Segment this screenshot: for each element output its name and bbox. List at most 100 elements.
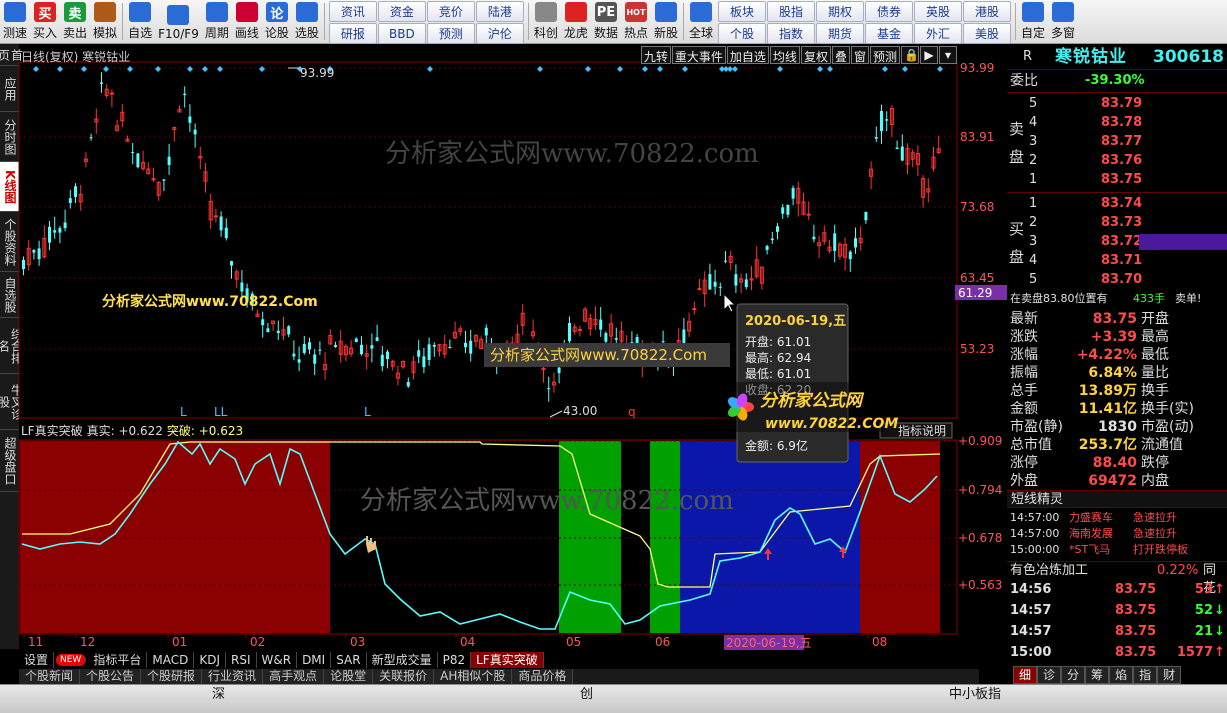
- right-bottom-tab[interactable]: 焰: [1109, 666, 1134, 684]
- grid-button[interactable]: 预测: [426, 23, 475, 44]
- grid-button[interactable]: 竞价: [426, 1, 475, 22]
- pencil-button[interactable]: 画线: [232, 0, 262, 43]
- news-tab[interactable]: 个股研报: [141, 669, 203, 684]
- cycle-button[interactable]: 周期: [202, 0, 232, 43]
- hammer-button[interactable]: 模拟: [90, 0, 120, 43]
- dragon-button[interactable]: 龙虎: [561, 0, 591, 43]
- jingling-item[interactable]: 14:57:00 海南发展 急速拉升: [1007, 526, 1227, 542]
- grid-button[interactable]: 个股: [718, 23, 766, 44]
- toolbar-grid-1: 资讯 研报 资金 BBD 竞价 预测 陆港 沪伦: [327, 0, 526, 44]
- grid-button[interactable]: 基金: [865, 23, 913, 44]
- chart-tab[interactable]: 窗: [850, 46, 869, 64]
- sell-level[interactable]: 5 83.79: [1007, 95, 1227, 113]
- kechuang-button[interactable]: 科创: [531, 0, 561, 43]
- quote-label: 外盘: [1010, 473, 1038, 489]
- chart-tab[interactable]: 均线: [769, 46, 800, 64]
- pe-button[interactable]: PE 数据: [591, 0, 621, 43]
- buy-level[interactable]: 5 83.70: [1007, 271, 1227, 289]
- buy-level[interactable]: 4 83.71: [1007, 252, 1227, 270]
- right-bottom-tab[interactable]: 指: [1133, 666, 1158, 684]
- grid-button[interactable]: 债券: [865, 1, 913, 22]
- stock-header: R 寒锐钴业 300618: [1007, 44, 1227, 70]
- grid-button[interactable]: 股指: [767, 1, 815, 22]
- kline-chart-area[interactable]: 93.99 83.91 73.68 63.45 53.23 61.29 93.99 43.00…: [0, 44, 1007, 650]
- chart-tab[interactable]: 预测: [869, 46, 900, 64]
- grid-button[interactable]: 沪伦: [475, 23, 524, 44]
- buy-level[interactable]: 3 83.72: [1007, 233, 1227, 251]
- right-bottom-tab[interactable]: 诊: [1037, 666, 1062, 684]
- jingling-item[interactable]: 14:57:00 力盛赛车 急速拉升: [1007, 510, 1227, 526]
- indicator-tab[interactable]: 新型成交量: [367, 652, 438, 668]
- buy-button[interactable]: 买买入: [30, 0, 60, 43]
- toolbar-label: 买入: [33, 26, 58, 40]
- grid-button[interactable]: 板块: [718, 1, 766, 22]
- grid-button[interactable]: 资金: [377, 1, 426, 22]
- indicator-tab[interactable]: SAR: [331, 652, 367, 668]
- grid-button[interactable]: 港股: [963, 1, 1011, 22]
- forum-button[interactable]: 论论股: [262, 0, 292, 43]
- jingling-action: 急速拉升: [1133, 511, 1177, 524]
- jingling-item[interactable]: 15:00:00 *ST飞马 打开跌停板: [1007, 542, 1227, 558]
- sector-row[interactable]: 有色冶炼加工 0.22% 同花: [1007, 561, 1227, 596]
- chart-tab[interactable]: 加自选: [726, 46, 769, 64]
- chart-tab[interactable]: 复权: [800, 46, 831, 64]
- indicator-tab[interactable]: W&R: [257, 652, 298, 668]
- toolbar-label: 论股: [264, 26, 289, 40]
- dropdown-icon[interactable]: ▾: [939, 46, 957, 64]
- grid-button[interactable]: 指数: [767, 23, 815, 44]
- buy-level[interactable]: 2 83.73: [1007, 214, 1227, 232]
- quote-label-right: 市盈(动): [1141, 419, 1194, 435]
- sell-level[interactable]: 3 83.77: [1007, 133, 1227, 151]
- grid-button[interactable]: 期货: [816, 23, 864, 44]
- news-tab[interactable]: 关联报价: [373, 669, 435, 684]
- grid-button[interactable]: 英股: [914, 1, 962, 22]
- chart-tab[interactable]: 九转: [640, 46, 671, 64]
- chart-tab[interactable]: 重大事件: [671, 46, 726, 64]
- right-bottom-tab[interactable]: 筹: [1085, 666, 1110, 684]
- grid-button[interactable]: 美股: [963, 23, 1011, 44]
- expand-icon[interactable]: ▶: [920, 46, 938, 64]
- news-tab[interactable]: 个股新闻: [19, 669, 81, 684]
- news-tab[interactable]: 商品价格: [512, 669, 574, 684]
- lock-icon[interactable]: 🔒: [901, 46, 919, 64]
- sell-level[interactable]: 2 83.76: [1007, 152, 1227, 170]
- right-bottom-tab[interactable]: 细: [1013, 666, 1038, 684]
- grid-button[interactable]: BBD: [377, 23, 426, 44]
- right-bottom-tab[interactable]: 分: [1061, 666, 1086, 684]
- grid-button[interactable]: 资讯: [328, 1, 377, 22]
- indicator-tab[interactable]: 设置: [19, 652, 55, 668]
- news-tab[interactable]: 个股公告: [80, 669, 142, 684]
- edit-button[interactable]: 自定: [1018, 0, 1048, 43]
- buy-level[interactable]: 1 83.74: [1007, 195, 1227, 213]
- indicator-tab[interactable]: 指标平台: [88, 652, 148, 668]
- star-button[interactable]: 自选: [125, 0, 155, 43]
- indicator-tab[interactable]: RSI: [226, 652, 257, 668]
- f10-button[interactable]: F10/F9: [155, 0, 202, 43]
- indicator-tab[interactable]: P82: [438, 652, 472, 668]
- tick-volume: 52: [1194, 603, 1213, 618]
- multi-window-button[interactable]: 多窗: [1048, 0, 1078, 43]
- clock-button[interactable]: 测速: [0, 0, 30, 43]
- chart-tab[interactable]: 叠: [831, 46, 850, 64]
- news-tab[interactable]: 行业资讯: [202, 669, 264, 684]
- indicator-tab[interactable]: MACD: [147, 652, 195, 668]
- indicator-tab[interactable]: KDJ: [194, 652, 226, 668]
- grid-button[interactable]: 研报: [328, 23, 377, 44]
- pdf-button[interactable]: 新股: [651, 0, 681, 43]
- sell-button[interactable]: 卖卖出: [60, 0, 90, 43]
- globe-button[interactable]: 全球: [686, 0, 716, 43]
- news-tab[interactable]: AH相似个股: [434, 669, 513, 684]
- sell-level[interactable]: 4 83.78: [1007, 114, 1227, 132]
- grid-button[interactable]: 外汇: [914, 23, 962, 44]
- sell-level[interactable]: 1 83.75: [1007, 171, 1227, 189]
- grid-button[interactable]: 陆港: [475, 1, 524, 22]
- indicator-tab[interactable]: DMI: [297, 652, 332, 668]
- news-tab[interactable]: 论股堂: [324, 669, 374, 684]
- select-button[interactable]: 选股: [292, 0, 322, 43]
- right-bottom-tab[interactable]: 财: [1157, 666, 1182, 684]
- forum-icon: 论: [265, 2, 288, 22]
- news-tab[interactable]: 高手观点: [263, 669, 325, 684]
- grid-button[interactable]: 期权: [816, 1, 864, 22]
- indicator-tab[interactable]: LF真实突破: [471, 652, 544, 668]
- hot-button[interactable]: HOT 热点: [621, 0, 651, 43]
